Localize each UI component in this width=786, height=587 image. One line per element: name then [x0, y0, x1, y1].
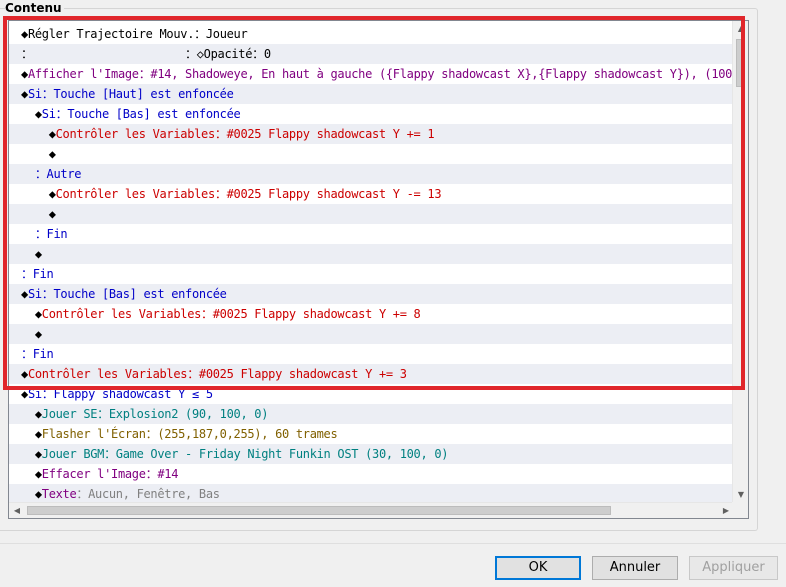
- command-text: Texte: [41, 487, 77, 501]
- command-row[interactable]: ◆: [9, 324, 734, 344]
- command-text: Si：Touche [Bas] est enfoncée: [41, 107, 241, 121]
- command-row[interactable]: ◆: [9, 204, 734, 224]
- command-indent-marker: [21, 227, 35, 241]
- ok-button[interactable]: OK: [495, 556, 581, 580]
- vertical-scroll-thumb[interactable]: [736, 39, 745, 87]
- command-indent-marker: ◆: [21, 447, 42, 461]
- command-indent-marker: ◆: [21, 287, 28, 301]
- cancel-button[interactable]: Annuler: [592, 556, 678, 580]
- horizontal-scrollbar[interactable]: ◀ ▶: [9, 502, 734, 518]
- vertical-scrollbar[interactable]: ▲ ▼: [732, 21, 748, 503]
- scrollbar-corner: [732, 502, 748, 518]
- event-command-rows: ◆Régler Trajectoire Mouv.：Joueur： ：◇Opac…: [9, 21, 734, 503]
- command-indent-marker: ◆: [21, 407, 42, 421]
- command-row[interactable]: ◆Contrôler les Variables：#0025 Flappy sh…: [9, 364, 734, 384]
- command-text: Contrôler les Variables：#0025 Flappy sha…: [55, 127, 435, 141]
- command-text: ：◇Opacité：0: [185, 47, 271, 61]
- event-command-list[interactable]: ◆Régler Trajectoire Mouv.：Joueur： ：◇Opac…: [8, 20, 749, 519]
- command-text: Effacer l'Image：#14: [41, 467, 179, 481]
- command-text: Jouer BGM：Game Over - Friday Night Funki…: [41, 447, 449, 461]
- command-row[interactable]: ◆Texte：Aucun, Fenêtre, Bas: [9, 484, 734, 503]
- command-row[interactable]: ◆Flasher l'Écran：(255,187,0,255), 60 tra…: [9, 424, 734, 444]
- command-row[interactable]: ◆Si：Touche [Haut] est enfoncée: [9, 84, 734, 104]
- command-text: ：Fin: [21, 347, 54, 361]
- command-row[interactable]: ◆Jouer BGM：Game Over - Friday Night Funk…: [9, 444, 734, 464]
- command-indent-marker: ◆: [21, 467, 42, 481]
- command-text: ：Joueur: [194, 27, 248, 41]
- command-row[interactable]: ：Fin: [9, 224, 734, 244]
- command-row[interactable]: ◆Si：Touche [Bas] est enfoncée: [9, 284, 734, 304]
- command-indent-marker: ◆: [21, 487, 42, 501]
- command-text: ：Fin: [21, 267, 54, 281]
- command-indent-marker: ◆: [21, 107, 42, 121]
- contents-group-title: Contenu: [5, 1, 64, 15]
- command-row[interactable]: ◆: [9, 144, 734, 164]
- command-indent-marker: ◆: [21, 427, 42, 441]
- command-text: ：Fin: [34, 227, 68, 241]
- command-text: ：Aucun, Fenêtre, Bas: [76, 487, 220, 501]
- command-text: Jouer SE：Explosion2 (90, 100, 0): [41, 407, 269, 421]
- command-indent-marker: ◆: [21, 67, 28, 81]
- command-text: Si：Touche [Haut] est enfoncée: [27, 87, 234, 101]
- command-row[interactable]: ◆Effacer l'Image：#14: [9, 464, 734, 484]
- command-row[interactable]: ◆Si：Flappy shadowcast Y ≤ 5: [9, 384, 734, 404]
- command-row[interactable]: ◆Si：Touche [Bas] est enfoncée: [9, 104, 734, 124]
- command-indent-marker: ◆: [21, 147, 56, 161]
- command-indent-marker: ◆: [21, 87, 28, 101]
- horizontal-scroll-thumb[interactable]: [27, 506, 611, 515]
- command-row[interactable]: ◆: [9, 244, 734, 264]
- command-row[interactable]: ◆Contrôler les Variables：#0025 Flappy sh…: [9, 304, 734, 324]
- command-row[interactable]: ◆Contrôler les Variables：#0025 Flappy sh…: [9, 124, 734, 144]
- scroll-down-arrow-icon[interactable]: ▼: [733, 487, 748, 503]
- command-text: Afficher l'Image：#14, Shadoweye, En haut…: [27, 67, 734, 81]
- command-row[interactable]: ◆Régler Trajectoire Mouv.：Joueur: [9, 24, 734, 44]
- command-row[interactable]: ：Fin: [9, 344, 734, 364]
- scroll-up-arrow-icon[interactable]: ▲: [733, 21, 748, 37]
- command-indent-marker: ：: [21, 47, 186, 61]
- command-indent-marker: ◆: [21, 187, 56, 201]
- command-text: Contrôler les Variables：#0025 Flappy sha…: [41, 307, 421, 321]
- command-indent-marker: ◆: [21, 207, 56, 221]
- command-row[interactable]: ： ：◇Opacité：0: [9, 44, 734, 64]
- command-indent-marker: ◆: [21, 387, 28, 401]
- footer-separator: [0, 543, 786, 544]
- command-row[interactable]: ◆Contrôler les Variables：#0025 Flappy sh…: [9, 184, 734, 204]
- command-indent-marker: [21, 167, 35, 181]
- command-row[interactable]: ◆Afficher l'Image：#14, Shadoweye, En hau…: [9, 64, 734, 84]
- command-row[interactable]: ：Fin: [9, 264, 734, 284]
- command-row[interactable]: ：Autre: [9, 164, 734, 184]
- command-indent-marker: ◆: [21, 127, 56, 141]
- command-indent-marker: ◆: [21, 27, 28, 41]
- command-text: Régler Trajectoire Mouv.: [27, 27, 195, 41]
- command-text: Flasher l'Écran：(255,187,0,255), 60 tram…: [41, 427, 338, 441]
- command-row[interactable]: ◆Jouer SE：Explosion2 (90, 100, 0): [9, 404, 734, 424]
- apply-button[interactable]: Appliquer: [689, 556, 778, 580]
- command-text: Si：Touche [Bas] est enfoncée: [27, 287, 227, 301]
- command-text: Si：Flappy shadowcast Y ≤ 5: [27, 387, 213, 401]
- command-indent-marker: ◆: [21, 307, 42, 321]
- command-indent-marker: ◆: [21, 327, 42, 341]
- command-indent-marker: ◆: [21, 367, 28, 381]
- command-text: Contrôler les Variables：#0025 Flappy sha…: [27, 367, 407, 381]
- command-text: ：Autre: [34, 167, 82, 181]
- scroll-left-arrow-icon[interactable]: ◀: [9, 503, 25, 518]
- command-indent-marker: ◆: [21, 247, 42, 261]
- command-text: Contrôler les Variables：#0025 Flappy sha…: [55, 187, 442, 201]
